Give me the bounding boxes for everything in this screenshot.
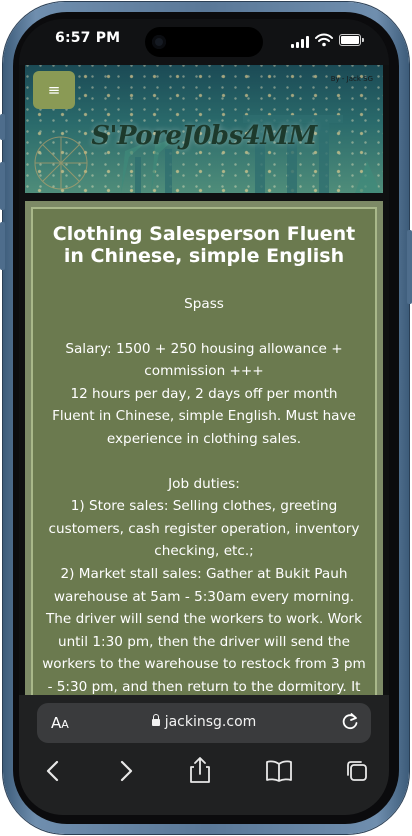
browser-nav-bar — [19, 753, 389, 793]
company-name: Spass — [184, 296, 224, 312]
status-time: 6:57 PM — [55, 30, 121, 46]
salary-text: Salary: 1500 + 250 housing allowance + c… — [65, 340, 343, 380]
job-title: Clothing Salesperson Fluent in Chinese, … — [52, 223, 356, 267]
tabs-icon[interactable] — [339, 753, 375, 789]
phone-screen: 6:57 PM ≡ By - Jack SG S'PoreJ0bs4MM Clo… — [19, 19, 389, 815]
url-text: jackinsg.com — [164, 714, 257, 730]
share-icon[interactable] — [182, 753, 218, 789]
lock-icon — [151, 714, 160, 726]
requirement-text: Fluent in Chinese, simple English. Must … — [52, 408, 356, 447]
job-post-card: Clothing Salesperson Fluent in Chinese, … — [31, 207, 377, 718]
duty-item-1: 1) Store sales: Selling clothes, greetin… — [48, 498, 360, 560]
forward-icon[interactable] — [107, 753, 143, 789]
byline: By - Jack SG — [330, 75, 373, 83]
working-hours-text: 12 hours per day, 2 days off per month — [70, 385, 338, 402]
dynamic-island — [145, 27, 263, 57]
url-display[interactable]: jackinsg.com — [37, 714, 371, 730]
volume-up-button — [0, 162, 5, 210]
signal-icon — [291, 36, 311, 48]
volume-down-button — [0, 222, 5, 270]
site-header-banner: ≡ By - Jack SG S'PoreJ0bs4MM — [25, 65, 383, 193]
back-icon[interactable] — [36, 753, 72, 789]
front-camera — [152, 35, 166, 49]
battery-icon — [339, 34, 364, 46]
bookmarks-icon[interactable] — [261, 753, 297, 789]
wifi-icon — [315, 33, 333, 47]
duties-heading: Job duties: — [168, 475, 240, 492]
status-bar: 6:57 PM — [19, 19, 389, 65]
reload-icon[interactable] — [341, 711, 359, 731]
hamburger-menu-button[interactable]: ≡ — [33, 71, 75, 109]
hamburger-menu-icon: ≡ — [47, 81, 61, 99]
action-button — [0, 114, 5, 140]
power-button — [407, 230, 412, 304]
address-bar[interactable]: AA jackinsg.com — [37, 703, 371, 743]
site-logo[interactable]: S'PoreJ0bs4MM — [25, 121, 383, 151]
page-content: Clothing Salesperson Fluent in Chinese, … — [25, 201, 383, 718]
browser-toolbar: AA jackinsg.com — [19, 695, 389, 815]
